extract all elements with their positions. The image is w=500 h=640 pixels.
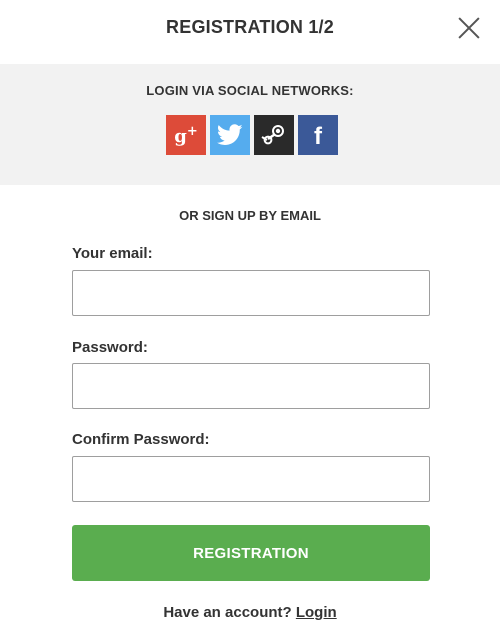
social-login-panel: LOGIN VIA SOCIAL NETWORKS: g+ f bbox=[0, 64, 500, 185]
close-icon[interactable] bbox=[456, 15, 482, 41]
registration-button[interactable]: REGISTRATION bbox=[72, 525, 430, 581]
login-link[interactable]: Login bbox=[296, 604, 337, 621]
google-plus-button[interactable]: g+ bbox=[166, 115, 206, 155]
password-label: Password: bbox=[72, 339, 148, 356]
email-label: Your email: bbox=[72, 245, 153, 262]
confirm-password-label: Confirm Password: bbox=[72, 431, 210, 448]
twitter-icon bbox=[217, 124, 243, 145]
twitter-button[interactable] bbox=[210, 115, 250, 155]
have-account-text: Have an account? bbox=[163, 604, 292, 621]
steam-button[interactable] bbox=[254, 115, 294, 155]
password-field[interactable] bbox=[72, 363, 430, 409]
modal-title: REGISTRATION 1/2 bbox=[166, 17, 334, 37]
facebook-icon: f bbox=[314, 123, 322, 150]
facebook-button[interactable]: f bbox=[298, 115, 338, 155]
modal-header: REGISTRATION 1/2 bbox=[0, 0, 500, 64]
social-login-title: LOGIN VIA SOCIAL NETWORKS: bbox=[146, 83, 354, 98]
divider-text: OR SIGN UP BY EMAIL bbox=[179, 208, 321, 223]
social-buttons: g+ f bbox=[166, 115, 338, 155]
login-prompt: Have an account? Login bbox=[0, 604, 500, 621]
confirm-password-field[interactable] bbox=[72, 456, 430, 502]
google-plus-icon: g+ bbox=[174, 123, 198, 147]
email-field[interactable] bbox=[72, 270, 430, 316]
steam-icon bbox=[261, 125, 284, 145]
